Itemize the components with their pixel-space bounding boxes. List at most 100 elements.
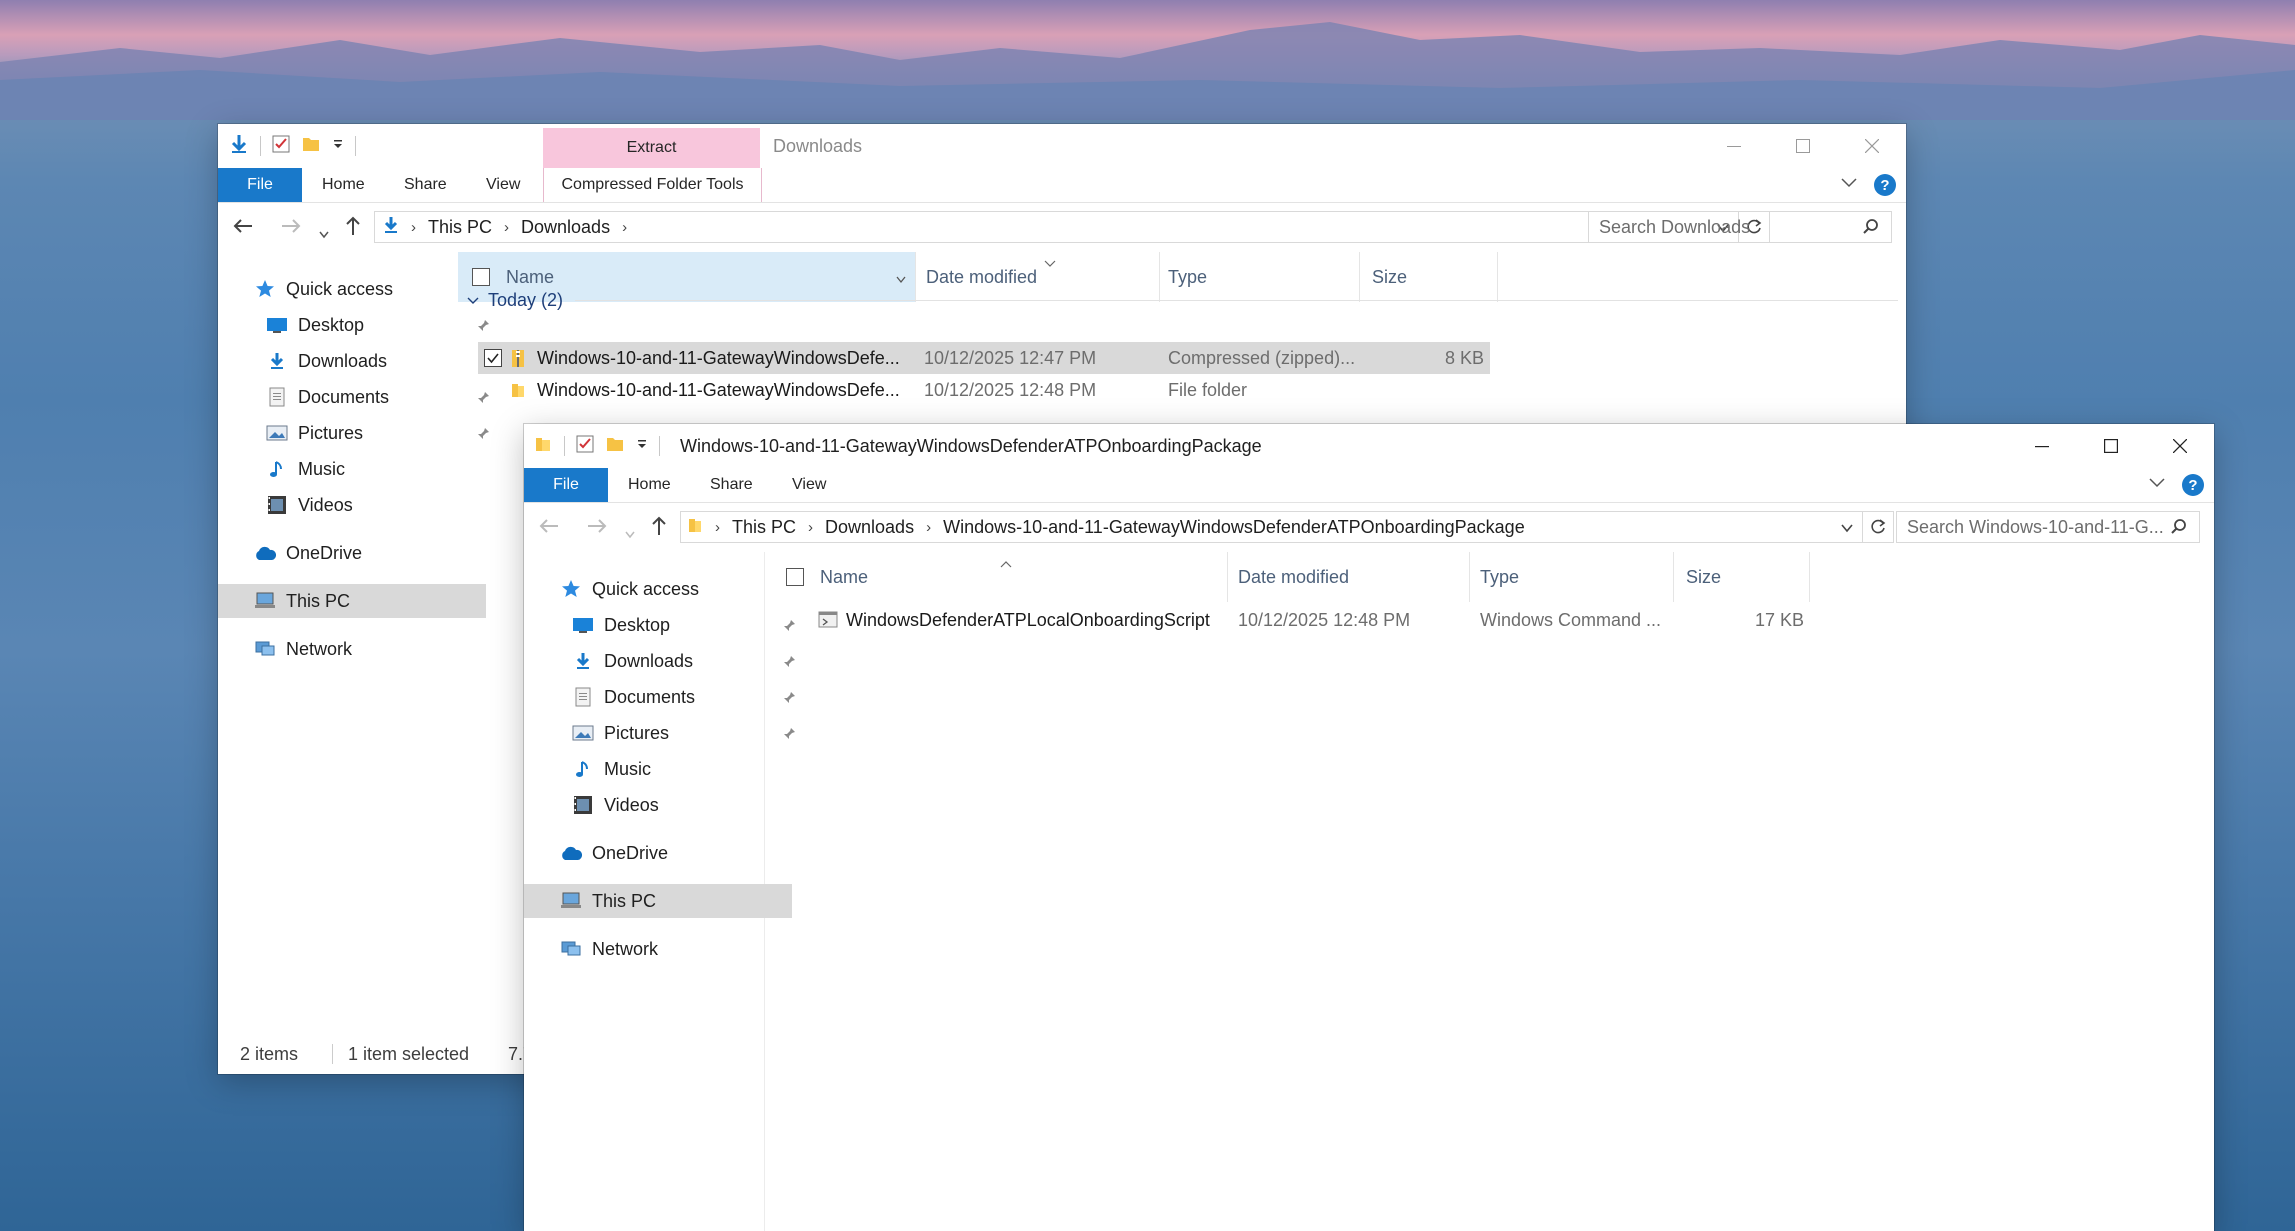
nav-onedrive[interactable]: OneDrive xyxy=(524,836,798,870)
nav-label: Music xyxy=(298,458,346,479)
sort-indicator-icon xyxy=(1044,252,1056,273)
close-button[interactable] xyxy=(2145,424,2214,468)
expand-ribbon-icon[interactable] xyxy=(2148,476,2166,494)
column-header-date[interactable]: Date modified xyxy=(1228,552,1470,602)
tab-home[interactable]: Home xyxy=(628,468,671,502)
table-row[interactable]: WindowsDefenderATPLocalOnboardingScript … xyxy=(784,604,1810,636)
ribbon-right-controls: ? xyxy=(2148,474,2204,496)
maximize-button[interactable] xyxy=(1768,124,1837,168)
breadcrumb-separator: › xyxy=(504,218,510,236)
navigation-pane: Quick access Desktop Downloads Documents… xyxy=(524,552,795,1231)
window-controls xyxy=(1699,124,1906,168)
group-divider xyxy=(575,299,1898,301)
customize-qat-icon[interactable] xyxy=(635,437,649,456)
column-header-type[interactable]: Type xyxy=(1470,552,1674,602)
tab-home[interactable]: Home xyxy=(322,168,365,202)
window-title: Windows-10-and-11-GatewayWindowsDefender… xyxy=(680,436,1262,456)
breadcrumb-downloads[interactable]: Downloads xyxy=(817,517,922,538)
group-header-today[interactable]: Today (2) xyxy=(466,286,1898,314)
minimize-button[interactable] xyxy=(1699,124,1768,168)
help-icon[interactable]: ? xyxy=(1874,174,1896,196)
tab-share[interactable]: Share xyxy=(404,168,447,202)
qat-divider xyxy=(564,436,565,456)
column-header-size[interactable]: Size xyxy=(1674,552,1810,602)
search-placeholder: Search Downloads xyxy=(1599,216,1751,237)
new-folder-icon[interactable] xyxy=(301,134,321,159)
file-name: WindowsDefenderATPLocalOnboardingScript xyxy=(846,609,1210,630)
table-row[interactable]: Windows-10-and-11-GatewayWindowsDefe... … xyxy=(478,342,1490,374)
column-label: Name xyxy=(820,566,869,587)
download-arrow-icon xyxy=(264,351,290,371)
nav-this-pc[interactable]: This PC xyxy=(524,884,792,918)
file-list: Name Date modified Type Size WindowsDefe… xyxy=(764,552,2214,1231)
table-row[interactable]: Windows-10-and-11-GatewayWindowsDefe... … xyxy=(478,374,1490,406)
script-file-icon xyxy=(818,604,838,636)
breadcrumb-downloads[interactable]: Downloads xyxy=(513,217,618,238)
refresh-icon[interactable] xyxy=(1862,512,1893,542)
nav-quick-access[interactable]: Quick access xyxy=(218,272,492,306)
nav-label: Network xyxy=(592,938,659,959)
nav-label: Network xyxy=(286,638,353,659)
star-icon xyxy=(558,579,584,599)
title-bar: Windows-10-and-11-GatewayWindowsDefender… xyxy=(524,424,2214,468)
up-arrow-icon[interactable] xyxy=(648,515,670,543)
select-all-checkbox[interactable] xyxy=(472,268,490,286)
file-type: File folder xyxy=(1168,379,1248,400)
search-placeholder: Search Windows-10-and-11-G... xyxy=(1907,516,2164,537)
search-box[interactable]: Search Downloads xyxy=(1588,211,1892,243)
breadcrumb-this-pc[interactable]: This PC xyxy=(420,217,500,238)
folder-icon xyxy=(534,434,554,459)
ribbon-tabs: File Home Share View Compressed Folder T… xyxy=(218,168,1906,203)
nav-label: Desktop xyxy=(298,314,365,335)
tab-share[interactable]: Share xyxy=(710,468,753,502)
select-all-checkbox[interactable] xyxy=(786,568,804,586)
help-icon[interactable]: ? xyxy=(2182,474,2204,496)
breadcrumb-separator: › xyxy=(808,518,814,536)
breadcrumb-this-pc[interactable]: This PC xyxy=(724,517,804,538)
breadcrumb-current-folder[interactable]: Windows-10-and-11-GatewayWindowsDefender… xyxy=(935,517,1533,538)
nav-onedrive[interactable]: OneDrive xyxy=(218,536,492,570)
videos-icon xyxy=(264,495,290,515)
nav-label: This PC xyxy=(592,890,657,911)
computer-icon xyxy=(252,592,278,610)
breadcrumb-separator: › xyxy=(926,518,932,536)
search-icon xyxy=(2169,517,2189,542)
new-folder-icon[interactable] xyxy=(605,434,625,459)
tab-file[interactable]: File xyxy=(524,468,608,502)
recent-locations-chevron-icon[interactable] xyxy=(318,220,330,246)
forward-arrow-icon[interactable] xyxy=(280,215,302,243)
tab-compressed-folder-tools[interactable]: Compressed Folder Tools xyxy=(543,168,762,202)
properties-icon[interactable] xyxy=(575,434,595,459)
back-arrow-icon[interactable] xyxy=(538,515,560,543)
address-bar[interactable]: › This PC › Downloads › xyxy=(374,211,1770,243)
forward-arrow-icon[interactable] xyxy=(586,515,608,543)
download-arrow-icon xyxy=(228,133,250,160)
nav-label: Music xyxy=(604,758,652,779)
nav-label: OneDrive xyxy=(286,542,363,563)
customize-qat-icon[interactable] xyxy=(331,137,345,156)
column-header-name[interactable]: Name xyxy=(764,552,1228,602)
close-button[interactable] xyxy=(1837,124,1906,168)
column-label: Size xyxy=(1372,266,1408,287)
maximize-button[interactable] xyxy=(2076,424,2145,468)
tab-file[interactable]: File xyxy=(218,168,302,202)
search-box[interactable]: Search Windows-10-and-11-G... xyxy=(1896,511,2200,543)
nav-label: Documents xyxy=(604,686,696,707)
tab-view[interactable]: View xyxy=(792,468,826,502)
row-checkbox[interactable] xyxy=(484,342,502,374)
contextual-group-extract[interactable]: Extract xyxy=(543,128,760,168)
expand-ribbon-icon[interactable] xyxy=(1840,176,1858,194)
properties-icon[interactable] xyxy=(271,134,291,159)
tab-view[interactable]: View xyxy=(486,168,520,202)
address-dropdown-chevron-icon[interactable] xyxy=(1832,517,1862,538)
address-bar[interactable]: › This PC › Downloads › Windows-10-and-1… xyxy=(680,511,1894,543)
minimize-button[interactable] xyxy=(2007,424,2076,468)
back-arrow-icon[interactable] xyxy=(232,215,254,243)
recent-locations-chevron-icon[interactable] xyxy=(624,520,636,546)
nav-network[interactable]: Network xyxy=(218,632,492,666)
group-label: Today (2) xyxy=(488,289,564,310)
nav-quick-access[interactable]: Quick access xyxy=(524,572,798,606)
nav-network[interactable]: Network xyxy=(524,932,798,966)
up-arrow-icon[interactable] xyxy=(342,215,364,243)
nav-this-pc[interactable]: This PC xyxy=(218,584,486,618)
